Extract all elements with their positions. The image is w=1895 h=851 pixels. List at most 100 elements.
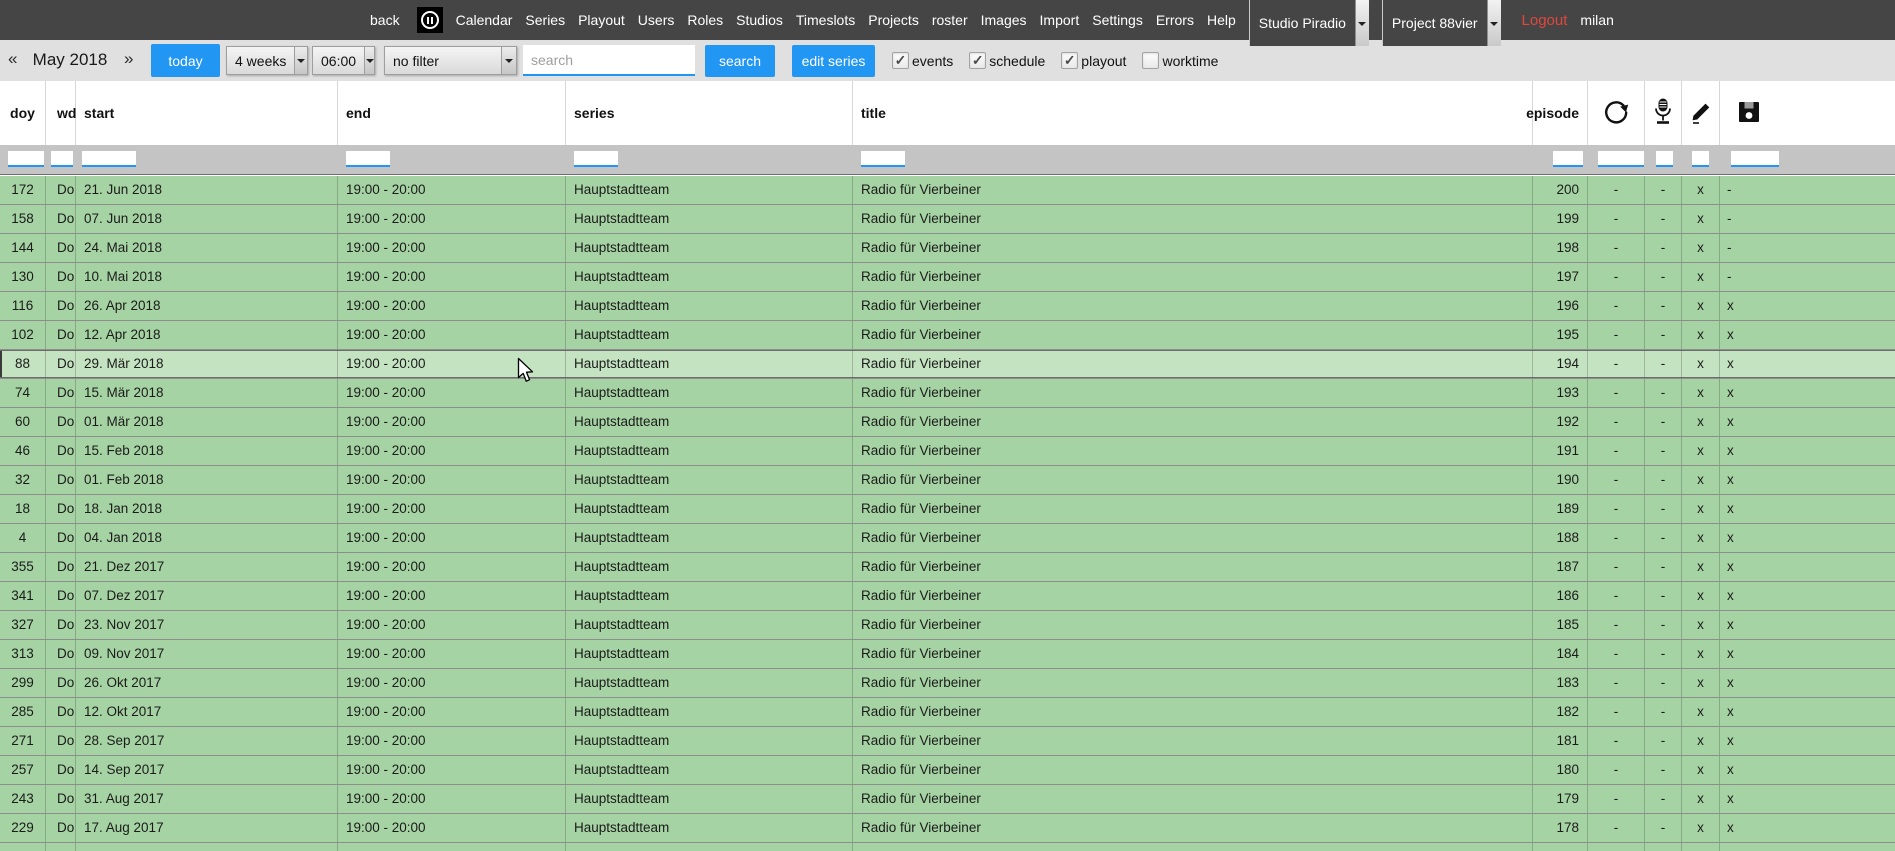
cell-rerun: - [1588,466,1645,494]
nav-item-import[interactable]: Import [1040,12,1080,28]
table-row[interactable]: 299Do,26. Okt 201719:00 - 20:00Hauptstad… [0,669,1895,698]
filter-input-save[interactable] [1731,151,1779,167]
table-row[interactable]: 144Do,24. Mai 201819:00 - 20:00Hauptstad… [0,234,1895,263]
table-row[interactable]: 355Do,21. Dez 201719:00 - 20:00Hauptstad… [0,553,1895,582]
table-row[interactable]: 285Do,12. Okt 201719:00 - 20:00Hauptstad… [0,698,1895,727]
table-row[interactable]: 74Do,15. Mär 201819:00 - 20:00Hauptstadt… [0,379,1895,408]
nav-item-timeslots[interactable]: Timeslots [796,12,855,28]
checkbox-playout[interactable]: ✓playout [1061,52,1126,69]
playout-checkbox-box[interactable]: ✓ [1061,52,1078,69]
table-row[interactable]: 102Do,12. Apr 201819:00 - 20:00Hauptstad… [0,321,1895,350]
next-month-button[interactable]: » [124,49,133,69]
time-select[interactable]: 06:00 [312,46,375,75]
table-row[interactable]: 243Do,31. Aug 201719:00 - 20:00Hauptstad… [0,785,1895,814]
studio-select[interactable]: Studio Piradio [1249,0,1369,46]
column-header-start[interactable]: start [76,81,338,145]
cell-start: 12. Okt 2017 [76,698,338,726]
chevron-down-icon[interactable] [1355,0,1369,46]
nav-item-images[interactable]: Images [981,12,1027,28]
cell-series: Hauptstadtteam [566,669,853,697]
project-select[interactable]: Project 88vier [1382,0,1501,46]
column-header-doy[interactable]: doy [0,81,46,145]
cell-empty [1645,843,1682,851]
chevron-down-icon[interactable] [1487,0,1501,46]
column-header-save[interactable] [1720,81,1895,145]
cell-rerun: - [1588,234,1645,262]
table-row[interactable]: 130Do,10. Mai 201819:00 - 20:00Hauptstad… [0,263,1895,292]
checkbox-schedule[interactable]: ✓schedule [969,52,1045,69]
column-header-episode[interactable]: episode [1533,81,1588,145]
cell-wd: Do, [46,582,76,610]
table-row[interactable]: 46Do,15. Feb 201819:00 - 20:00Hauptstadt… [0,437,1895,466]
edit-series-button[interactable]: edit series [792,45,875,77]
nav-item-errors[interactable]: Errors [1156,12,1194,28]
checkbox-worktime[interactable]: worktime [1142,52,1218,69]
cell-episode: 188 [1533,524,1588,552]
table-row[interactable]: 229Do,17. Aug 201719:00 - 20:00Hauptstad… [0,814,1895,843]
logout-link[interactable]: Logout [1522,12,1568,29]
table-row[interactable]: 18Do,18. Jan 201819:00 - 20:00Hauptstadt… [0,495,1895,524]
filter-input-title[interactable] [861,151,905,167]
search-button[interactable]: search [705,45,775,77]
column-header-end[interactable]: end [338,81,566,145]
cell-edit: x [1682,698,1720,726]
table-row[interactable]: 341Do,07. Dez 201719:00 - 20:00Hauptstad… [0,582,1895,611]
table-row[interactable]: 257Do,14. Sep 201719:00 - 20:00Hauptstad… [0,756,1895,785]
cell-start: 15. Feb 2018 [76,437,338,465]
filter-input-episode[interactable] [1553,151,1583,167]
cell-title: Radio für Vierbeiner [853,669,1533,697]
cell-edit: x [1682,785,1720,813]
filter-input-start[interactable] [82,151,136,167]
table-row[interactable]: 172Do,21. Jun 201819:00 - 20:00Hauptstad… [0,176,1895,205]
filter-input-doy[interactable] [8,151,44,167]
worktime-checkbox-box[interactable] [1142,52,1159,69]
table-row[interactable]: 327Do,23. Nov 201719:00 - 20:00Hauptstad… [0,611,1895,640]
prev-month-button[interactable]: « [8,49,17,69]
nav-item-playout[interactable]: Playout [578,12,625,28]
filter-input-end[interactable] [346,151,390,167]
nav-item-projects[interactable]: Projects [868,12,919,28]
today-button[interactable]: today [151,44,220,77]
nav-item-help[interactable]: Help [1207,12,1236,28]
range-select[interactable]: 4 weeks [226,46,308,75]
filter-input-series[interactable] [574,151,618,167]
cell-save: x [1720,582,1895,610]
nav-item-settings[interactable]: Settings [1092,12,1143,28]
schedule-checkbox-box[interactable]: ✓ [969,52,986,69]
column-header-series[interactable]: series [566,81,853,145]
events-checkbox-box[interactable]: ✓ [892,52,909,69]
column-header-rerun[interactable] [1588,81,1645,145]
chevron-down-icon[interactable] [294,47,307,74]
table-row[interactable]: 313Do,09. Nov 201719:00 - 20:00Hauptstad… [0,640,1895,669]
table-row[interactable]: 116Do,26. Apr 201819:00 - 20:00Hauptstad… [0,292,1895,321]
column-header-title[interactable]: title [853,81,1533,145]
nav-item-calendar[interactable]: Calendar [456,12,513,28]
nav-item-users[interactable]: Users [638,12,675,28]
table-row[interactable]: 60Do,01. Mär 201819:00 - 20:00Hauptstadt… [0,408,1895,437]
table-row[interactable]: 4Do,04. Jan 201819:00 - 20:00Hauptstadtt… [0,524,1895,553]
filter-input-edit[interactable] [1692,151,1709,167]
nav-item-studios[interactable]: Studios [736,12,783,28]
table-row[interactable]: 158Do,07. Jun 201819:00 - 20:00Hauptstad… [0,205,1895,234]
column-header-mic[interactable] [1645,81,1682,145]
filter-input-rerun[interactable] [1598,151,1644,167]
filter-select[interactable]: no filter [384,46,517,75]
column-header-wd[interactable]: wd [46,81,76,145]
cell-mic: - [1645,379,1682,407]
cell-start: 12. Apr 2018 [76,321,338,349]
chevron-down-icon[interactable] [364,47,374,74]
filter-input-wd[interactable] [51,151,73,167]
nav-item-series[interactable]: Series [525,12,565,28]
search-input[interactable] [523,45,695,76]
filter-input-mic[interactable] [1656,151,1673,167]
column-header-edit[interactable] [1682,81,1720,145]
table-row[interactable]: 271Do,28. Sep 201719:00 - 20:00Hauptstad… [0,727,1895,756]
nav-item-roles[interactable]: Roles [687,12,723,28]
table-row[interactable]: 88Do,29. Mär 201819:00 - 20:00Hauptstadt… [0,350,1895,379]
nav-item-roster[interactable]: roster [932,12,968,28]
nav-back-link[interactable]: back [370,12,400,28]
table-row[interactable]: 32Do,01. Feb 201819:00 - 20:00Hauptstadt… [0,466,1895,495]
chevron-down-icon[interactable] [501,47,516,74]
checkbox-label: schedule [989,53,1045,69]
checkbox-events[interactable]: ✓events [892,52,953,69]
